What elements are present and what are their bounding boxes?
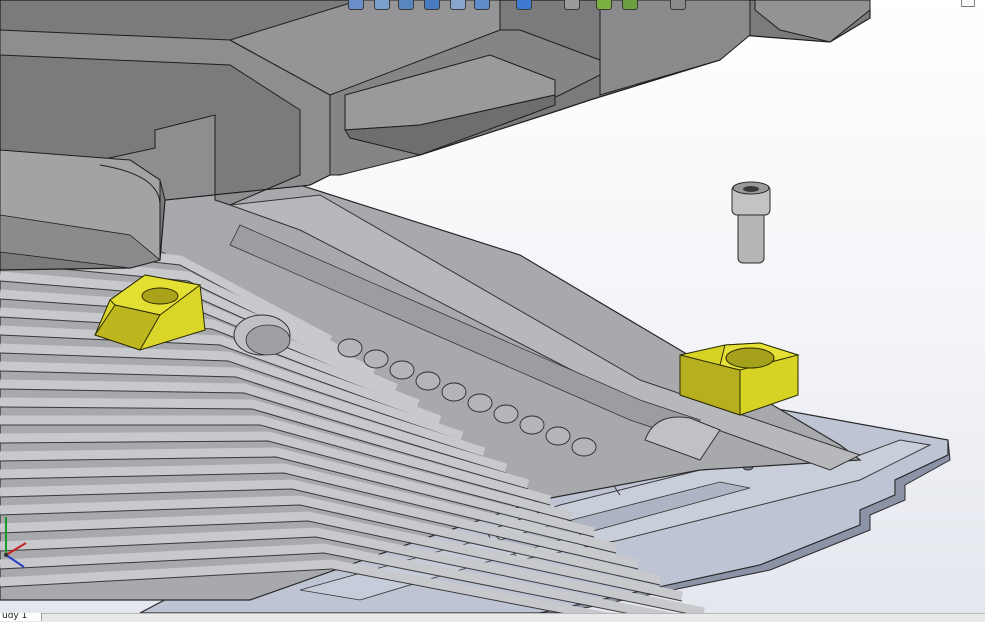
rod-pocket <box>545 426 571 446</box>
rod-pocket <box>389 360 415 380</box>
dynamic-annotation-icon[interactable] <box>450 0 466 10</box>
apply-scene-icon[interactable] <box>622 0 638 10</box>
boss <box>233 314 291 356</box>
edit-appearance-icon[interactable] <box>596 0 612 10</box>
zoom-to-fit-icon[interactable] <box>348 0 364 10</box>
display-style-icon[interactable] <box>516 0 532 10</box>
graphics-area[interactable] <box>0 0 985 613</box>
rod-pocket <box>571 437 597 457</box>
rod-pocket <box>337 338 363 358</box>
view-settings-icon[interactable] <box>670 0 686 10</box>
reference-triad-icon <box>4 517 27 568</box>
rod-pocket <box>493 404 519 424</box>
model-scene[interactable] <box>0 0 985 613</box>
hide-show-items-icon[interactable] <box>564 0 580 10</box>
tab-study-label: udy 1 <box>2 613 28 621</box>
rod-pocket <box>415 371 441 391</box>
socket-head-bolt[interactable] <box>731 181 771 264</box>
heads-up-view-toolbar[interactable] <box>340 0 700 10</box>
rod-pocket <box>467 393 493 413</box>
rod-pocket <box>519 415 545 435</box>
previous-view-icon[interactable] <box>398 0 414 10</box>
zoom-area-icon[interactable] <box>374 0 390 10</box>
restore-window-icon[interactable] <box>961 0 975 7</box>
section-view-icon[interactable] <box>424 0 440 10</box>
tab-study[interactable]: udy 1 <box>0 613 42 621</box>
rod-pocket <box>363 349 389 369</box>
rod-pocket <box>441 382 467 402</box>
view-orientation-icon[interactable] <box>474 0 490 10</box>
